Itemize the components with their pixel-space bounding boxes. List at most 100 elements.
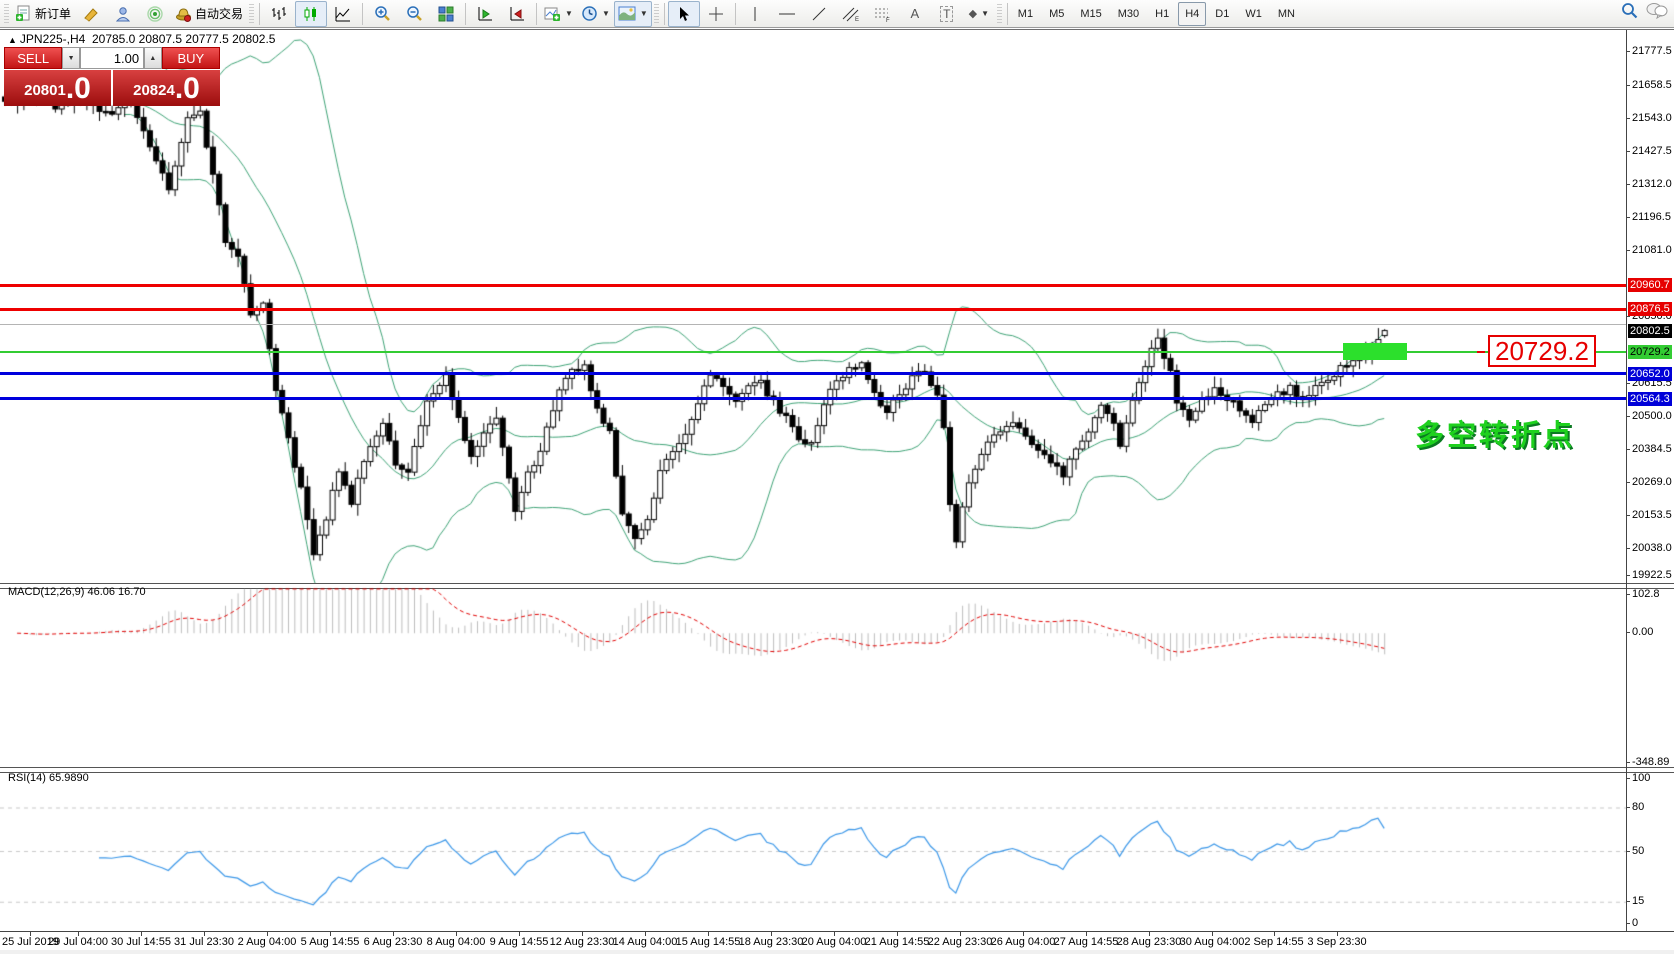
time-tick xyxy=(1149,932,1150,936)
hline-20960.7[interactable] xyxy=(0,283,1626,287)
axis-tick-label: 21427.5 xyxy=(1626,145,1672,158)
price-chart-canvas[interactable] xyxy=(0,30,1626,583)
macd-label: MACD(12,26,9) 46.06 16.70 xyxy=(8,586,146,598)
buy-price[interactable]: 20824.0 xyxy=(113,70,220,106)
auto-scroll-button[interactable] xyxy=(469,1,501,27)
crosshair-tool-button[interactable] xyxy=(700,1,732,27)
zoom-out-button[interactable] xyxy=(398,1,430,27)
bar-chart-button[interactable] xyxy=(263,1,295,27)
sell-price[interactable]: 20801.0 xyxy=(4,70,111,106)
chart-shift-button[interactable] xyxy=(501,1,533,27)
axis-tick-label: 0.00 xyxy=(1626,626,1653,639)
periods-button[interactable]: ▼ xyxy=(577,1,614,27)
macd-canvas[interactable] xyxy=(0,586,1626,766)
text-tool[interactable]: A xyxy=(899,1,931,27)
time-tick xyxy=(708,932,709,936)
axis-tick-label: 19922.5 xyxy=(1626,569,1672,582)
trendline-icon xyxy=(812,7,826,20)
auto-trading-button[interactable]: 自动交易 xyxy=(171,1,247,27)
zoom-in-button[interactable] xyxy=(366,1,398,27)
horizontal-line-tool[interactable] xyxy=(771,1,803,27)
volume-decrease-button[interactable]: ▼ xyxy=(62,47,80,69)
new-order-label: 新订单 xyxy=(35,7,72,21)
time-label: 8 Aug 04:00 xyxy=(426,936,486,948)
time-label: 22 Aug 23:30 xyxy=(927,936,993,948)
axis-tick-label: 21196.5 xyxy=(1626,211,1671,224)
axis-tick-label: 102.8 xyxy=(1626,588,1660,601)
green-highlight-box[interactable] xyxy=(1343,343,1407,360)
big-price-label[interactable]: 20729.2 xyxy=(1488,335,1596,367)
timeframe-m15[interactable]: M15 xyxy=(1073,2,1108,26)
timeframe-bar: M1 M5 M15 M30 H1 H4 D1 W1 MN xyxy=(1011,1,1302,26)
timeframe-d1[interactable]: D1 xyxy=(1208,2,1236,26)
candlestick-chart-button[interactable] xyxy=(295,0,328,27)
chat-icon[interactable] xyxy=(1646,2,1668,19)
hline-20652[interactable] xyxy=(0,372,1626,376)
time-label: 26 Aug 04:00 xyxy=(990,936,1056,948)
tile-windows-button[interactable] xyxy=(430,1,462,27)
channel-tool[interactable]: E xyxy=(835,1,867,27)
axis-tick-label: -348.89 xyxy=(1626,756,1669,769)
axis-tick-label: 15 xyxy=(1626,895,1644,908)
axis-price-box: 20876.5 xyxy=(1628,302,1672,317)
time-label: 27 Aug 14:55 xyxy=(1053,936,1119,948)
axis-price-box: 20802.5 xyxy=(1628,323,1672,338)
time-label: 6 Aug 23:30 xyxy=(363,936,423,948)
chart-title-symbol: JPN225-,H4 xyxy=(19,32,86,46)
axis-tick-label: 20500.0 xyxy=(1626,410,1672,423)
bar-chart-icon xyxy=(272,6,287,20)
vertical-line-tool[interactable] xyxy=(739,1,771,27)
rsi-canvas[interactable] xyxy=(0,770,1626,931)
profile-button[interactable] xyxy=(107,1,139,27)
indicators-caret: ▼ xyxy=(565,9,573,18)
time-label: 14 Aug 04:00 xyxy=(612,936,678,948)
timeframe-m1[interactable]: M1 xyxy=(1011,2,1040,26)
time-label: 21 Aug 14:55 xyxy=(864,936,930,948)
axis-tick-label: 21658.5 xyxy=(1626,79,1672,92)
new-order-button[interactable]: 新订单 xyxy=(11,1,75,27)
svg-text:E: E xyxy=(855,17,859,22)
signals-button[interactable] xyxy=(139,1,171,27)
timeframe-mn[interactable]: MN xyxy=(1271,2,1302,26)
new-order-icon xyxy=(16,5,30,21)
hline-20876.5[interactable] xyxy=(0,307,1626,311)
cn-annotation-text[interactable]: 多空转折点 xyxy=(1415,412,1575,454)
templates-button[interactable]: ▼ xyxy=(613,0,652,27)
collapse-arrow-icon[interactable]: ▲ xyxy=(8,35,17,45)
search-icon[interactable] xyxy=(1621,2,1638,19)
time-tick xyxy=(645,932,646,936)
auto-scroll-icon xyxy=(478,6,492,20)
fibonacci-icon: F xyxy=(874,8,890,22)
styler-button[interactable] xyxy=(75,1,107,27)
price-axis[interactable]: 21777.5 21658.5 21543.0 21427.5 21312.0 21196… xyxy=(1626,29,1674,931)
line-chart-button[interactable] xyxy=(327,1,359,27)
hline-20824[interactable] xyxy=(0,323,1626,325)
text-label-tool[interactable]: T xyxy=(931,1,963,27)
timeframe-m30[interactable]: M30 xyxy=(1111,2,1146,26)
text-tool-icon: A xyxy=(910,6,920,21)
toolbar-grip[interactable] xyxy=(4,3,9,24)
fibonacci-tool[interactable]: F xyxy=(867,1,899,27)
arrows-tool[interactable]: ◆ ▼ xyxy=(963,1,995,27)
axis-tick-label: 20038.0 xyxy=(1626,542,1672,555)
buy-price-int: 20824 xyxy=(133,82,175,99)
time-tick xyxy=(582,932,583,936)
buy-price-frac: .0 xyxy=(174,72,200,105)
sell-price-int: 20801 xyxy=(24,82,66,99)
volume-increase-button[interactable]: ▲ xyxy=(144,47,162,69)
sell-button[interactable]: SELL xyxy=(4,47,63,69)
indicators-button[interactable]: ▼ xyxy=(540,1,577,27)
hline-20564.3[interactable] xyxy=(0,397,1626,401)
sell-price-frac: .0 xyxy=(65,72,91,105)
cursor-tool-button[interactable] xyxy=(667,0,700,27)
line-chart-icon xyxy=(335,6,351,21)
volume-input[interactable]: 1.00 xyxy=(79,47,145,69)
timeframe-h4[interactable]: H4 xyxy=(1178,1,1207,26)
trendline-tool[interactable] xyxy=(803,1,835,27)
timeframe-m5[interactable]: M5 xyxy=(1042,2,1071,26)
time-axis[interactable]: 25 Jul 2019 29 Jul 04:00 30 Jul 14:55 31 Ju… xyxy=(0,932,1674,950)
crayon-icon xyxy=(84,7,98,22)
buy-button[interactable]: BUY xyxy=(161,47,220,69)
timeframe-h1[interactable]: H1 xyxy=(1148,2,1176,26)
timeframe-w1[interactable]: W1 xyxy=(1238,2,1269,26)
